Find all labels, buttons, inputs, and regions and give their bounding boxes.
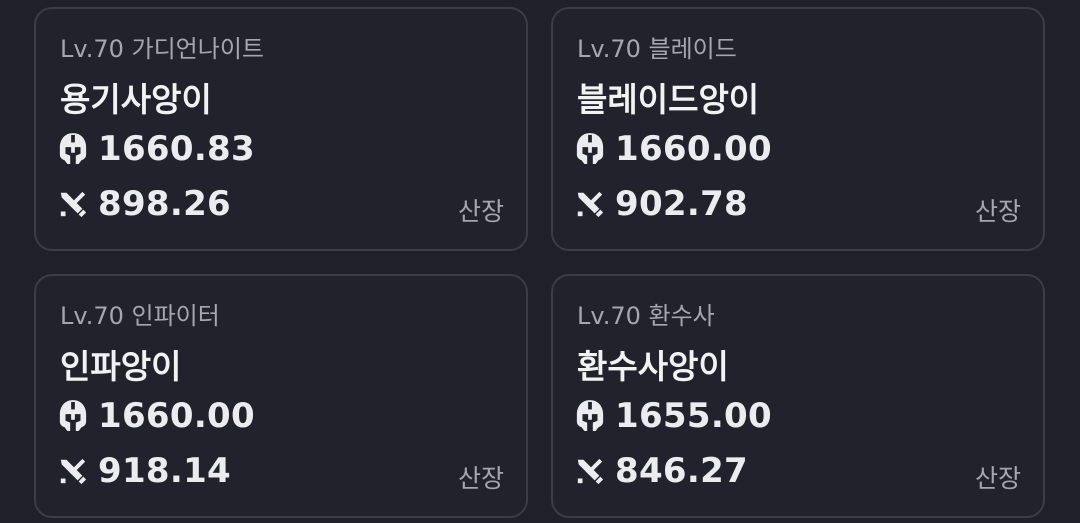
server-name: 산장: [457, 197, 504, 226]
character-card[interactable]: Lv.70 블레이드 블레이드앙이 1660.00 902.78 산장: [551, 7, 1045, 251]
class-label: Lv.70 인파이터: [60, 302, 220, 330]
server-name: 산장: [457, 464, 504, 493]
spartan-helmet-icon: [58, 399, 88, 433]
percent-swords-icon: [58, 189, 88, 219]
combat-power-value: 918.14: [98, 451, 232, 491]
item-level-row: 1660.00: [575, 129, 772, 169]
combat-power-row: 918.14: [58, 451, 231, 491]
combat-power-row: 902.78: [575, 184, 748, 224]
spartan-helmet-icon: [575, 399, 605, 433]
character-name: 용기사앙이: [60, 80, 212, 119]
server-name: 산장: [974, 464, 1021, 493]
character-name: 환수사앙이: [577, 347, 729, 386]
class-label: Lv.70 가디언나이트: [60, 35, 264, 63]
item-level-value: 1660.00: [615, 129, 772, 169]
combat-power-row: 846.27: [575, 451, 748, 491]
combat-power-row: 898.26: [58, 184, 231, 224]
combat-power-value: 846.27: [615, 451, 749, 491]
character-card[interactable]: Lv.70 인파이터 인파앙이 1660.00 918.14 산장: [34, 274, 528, 518]
spartan-helmet-icon: [58, 132, 88, 166]
class-label: Lv.70 블레이드: [577, 35, 737, 63]
character-card[interactable]: Lv.70 환수사 환수사앙이 1655.00 846.27 산장: [551, 274, 1045, 518]
item-level-row: 1660.00: [58, 396, 255, 436]
percent-swords-icon: [575, 456, 605, 486]
item-level-value: 1660.83: [98, 129, 255, 169]
server-name: 산장: [974, 197, 1021, 226]
character-name: 인파앙이: [60, 347, 182, 386]
spartan-helmet-icon: [575, 132, 605, 166]
combat-power-value: 898.26: [98, 184, 232, 224]
character-name: 블레이드앙이: [577, 80, 760, 119]
combat-power-value: 902.78: [615, 184, 749, 224]
item-level-row: 1655.00: [575, 396, 772, 436]
item-level-row: 1660.83: [58, 129, 255, 169]
class-label: Lv.70 환수사: [577, 302, 715, 330]
item-level-value: 1660.00: [98, 396, 255, 436]
percent-swords-icon: [58, 456, 88, 486]
percent-swords-icon: [575, 189, 605, 219]
item-level-value: 1655.00: [615, 396, 772, 436]
character-card[interactable]: Lv.70 가디언나이트 용기사앙이 1660.83 898.26 산장: [34, 7, 528, 251]
